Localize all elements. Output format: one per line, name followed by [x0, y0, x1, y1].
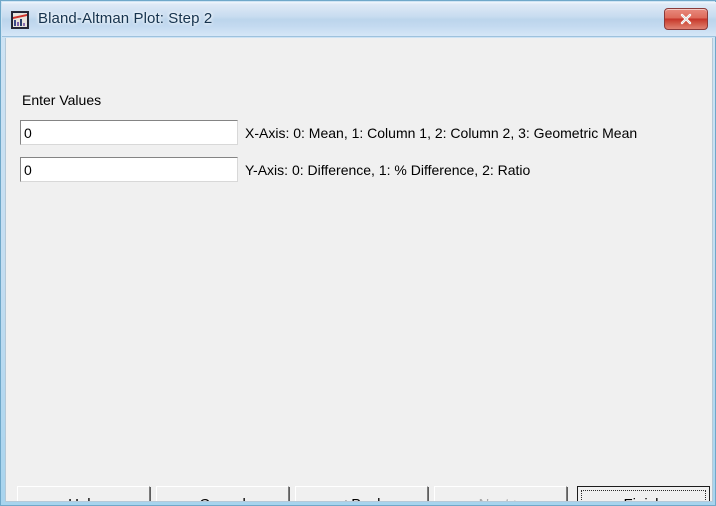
y-axis-input[interactable] — [20, 157, 238, 182]
help-button-mnemonic: H — [68, 496, 79, 501]
back-button-mnemonic: < — [338, 496, 347, 501]
finish-button-label: inish — [633, 496, 664, 501]
cancel-button-mnemonic: C — [199, 496, 210, 501]
close-icon — [680, 13, 692, 25]
finish-button[interactable]: Finish — [577, 486, 710, 501]
dialog-window: Bland-Altman Plot: Step 2 Enter Values X… — [0, 0, 716, 506]
finish-button-mnemonic: F — [623, 496, 632, 501]
back-button-label: Back — [347, 496, 384, 501]
help-button[interactable]: Help — [17, 486, 150, 501]
finish-button-focus-rect: Finish — [581, 490, 706, 501]
next-button-label: Next — [479, 496, 514, 501]
cancel-button[interactable]: Cancel — [156, 486, 289, 501]
dialog-client-area: Enter Values X-Axis: 0: Mean, 1: Column … — [5, 38, 713, 502]
plot-icon — [11, 11, 29, 29]
next-button-mnemonic: > — [514, 496, 523, 501]
cancel-button-label: ancel — [210, 496, 246, 501]
y-axis-description: Y-Axis: 0: Difference, 1: % Difference, … — [245, 162, 531, 178]
title-bar: Bland-Altman Plot: Step 2 — [2, 2, 716, 37]
back-button[interactable]: < Back — [295, 486, 428, 501]
window-title: Bland-Altman Plot: Step 2 — [38, 10, 213, 27]
x-axis-input[interactable] — [20, 120, 238, 145]
x-axis-description: X-Axis: 0: Mean, 1: Column 1, 2: Column … — [245, 125, 638, 141]
close-button[interactable] — [664, 8, 708, 30]
next-button: Next > — [434, 486, 567, 501]
help-button-label: elp — [79, 496, 99, 501]
enter-values-label: Enter Values — [22, 92, 102, 108]
